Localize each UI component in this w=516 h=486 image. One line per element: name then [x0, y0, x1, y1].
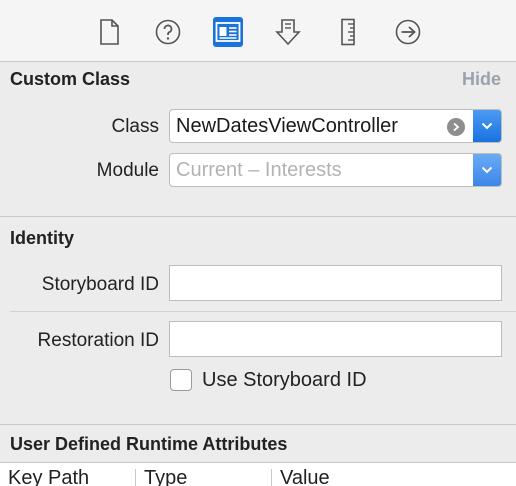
size-inspector-icon[interactable] — [333, 17, 363, 47]
hide-link[interactable]: Hide — [462, 69, 501, 90]
module-combobox[interactable]: Current – Interests — [169, 153, 502, 187]
connections-inspector-icon[interactable] — [393, 17, 423, 47]
section-divider — [0, 216, 516, 217]
attributes-inspector-icon[interactable] — [273, 17, 303, 47]
go-to-class-icon[interactable] — [447, 118, 465, 136]
inspector-toolbar — [0, 0, 516, 62]
section-divider — [0, 424, 516, 425]
identity-title: Identity — [10, 228, 75, 248]
class-dropdown-button[interactable] — [473, 110, 501, 142]
column-value[interactable]: Value — [280, 467, 330, 486]
use-storyboard-id-label[interactable]: Use Storyboard ID — [202, 369, 367, 392]
chevron-down-icon — [481, 122, 493, 130]
help-icon[interactable] — [153, 17, 183, 47]
module-label: Module — [96, 160, 159, 181]
module-placeholder[interactable]: Current – Interests — [176, 159, 342, 182]
field-divider — [10, 311, 516, 312]
class-value[interactable]: NewDatesViewController — [176, 115, 398, 138]
runtime-attributes-table-header: Key Path Type Value — [0, 462, 516, 486]
restoration-id-field[interactable] — [169, 321, 502, 357]
storyboard-id-field[interactable] — [169, 265, 502, 301]
column-type[interactable]: Type — [144, 467, 187, 486]
use-storyboard-id-checkbox[interactable] — [170, 369, 192, 391]
column-key-path[interactable]: Key Path — [8, 467, 89, 486]
identity-inspector-icon[interactable] — [213, 17, 243, 47]
custom-class-title: Custom Class — [10, 69, 131, 89]
class-combobox[interactable]: NewDatesViewController — [169, 109, 502, 143]
column-separator — [135, 469, 136, 486]
module-dropdown-button[interactable] — [473, 154, 501, 186]
chevron-down-icon — [481, 166, 493, 174]
restoration-id-label: Restoration ID — [37, 330, 159, 351]
file-icon[interactable] — [94, 17, 124, 47]
class-label: Class — [111, 116, 159, 137]
storyboard-id-label: Storyboard ID — [41, 274, 159, 295]
column-separator — [271, 469, 272, 486]
runtime-attributes-title: User Defined Runtime Attributes — [10, 434, 288, 454]
